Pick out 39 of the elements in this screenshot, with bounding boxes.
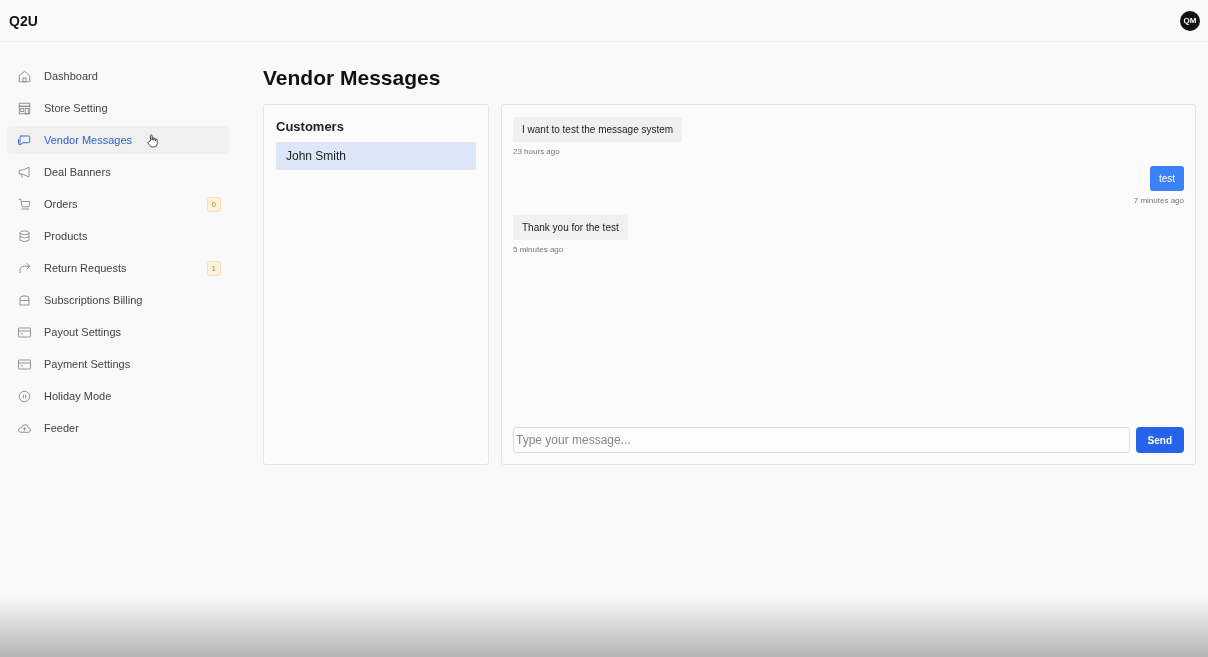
message-bubble: test: [1149, 166, 1184, 191]
message-time: 7 minutes ago: [1133, 196, 1184, 205]
card-icon: [17, 324, 32, 340]
sidebar-item[interactable]: Dashboard: [7, 62, 229, 90]
message-time: 23 hours ago: [513, 147, 560, 156]
message-time: 5 minutes ago: [513, 245, 564, 254]
redo-icon: [17, 260, 32, 276]
home-icon: [17, 68, 32, 84]
avatar[interactable]: QM: [1180, 10, 1200, 31]
card-icon: [17, 356, 32, 372]
sidebar-item[interactable]: Store Setting: [7, 94, 229, 122]
message-bubble: I want to test the message system: [513, 117, 683, 142]
database-icon: [17, 228, 32, 244]
count-badge: 1: [206, 260, 221, 276]
customer-item[interactable]: John Smith: [276, 142, 476, 170]
page-title: Vendor Messages: [263, 66, 442, 90]
message-input[interactable]: Type your message...: [513, 427, 1130, 453]
sidebar-item[interactable]: Products: [7, 222, 229, 250]
sidebar-item[interactable]: Deal Banners: [7, 158, 229, 186]
sidebar-item[interactable]: Holiday Mode: [7, 382, 229, 410]
box-icon: [17, 292, 32, 308]
cart-icon: [17, 196, 32, 212]
hand-cursor-icon: [147, 134, 159, 148]
sidebar-item[interactable]: Subscriptions Billing: [7, 286, 229, 314]
sidebar-item[interactable]: Return Requests 1: [7, 254, 229, 282]
store-icon: [17, 100, 32, 116]
sidebar-item[interactable]: Payout Settings: [7, 318, 229, 346]
message-bubble: Thank you for the test: [513, 215, 628, 240]
megaphone-icon: [17, 164, 32, 180]
send-button[interactable]: Send: [1135, 427, 1184, 453]
panel-heading: Customers: [276, 119, 345, 134]
pause-icon: [17, 388, 32, 404]
sidebar-item[interactable]: Orders 0: [7, 190, 229, 218]
count-badge: 0: [206, 196, 221, 212]
sidebar-item[interactable]: Payment Settings: [7, 350, 229, 378]
logo[interactable]: Q2U: [9, 12, 38, 29]
sidebar-item[interactable]: Vendor Messages: [7, 126, 229, 154]
sidebar-item[interactable]: Feeder: [7, 414, 229, 442]
chat-icon: [17, 132, 32, 148]
